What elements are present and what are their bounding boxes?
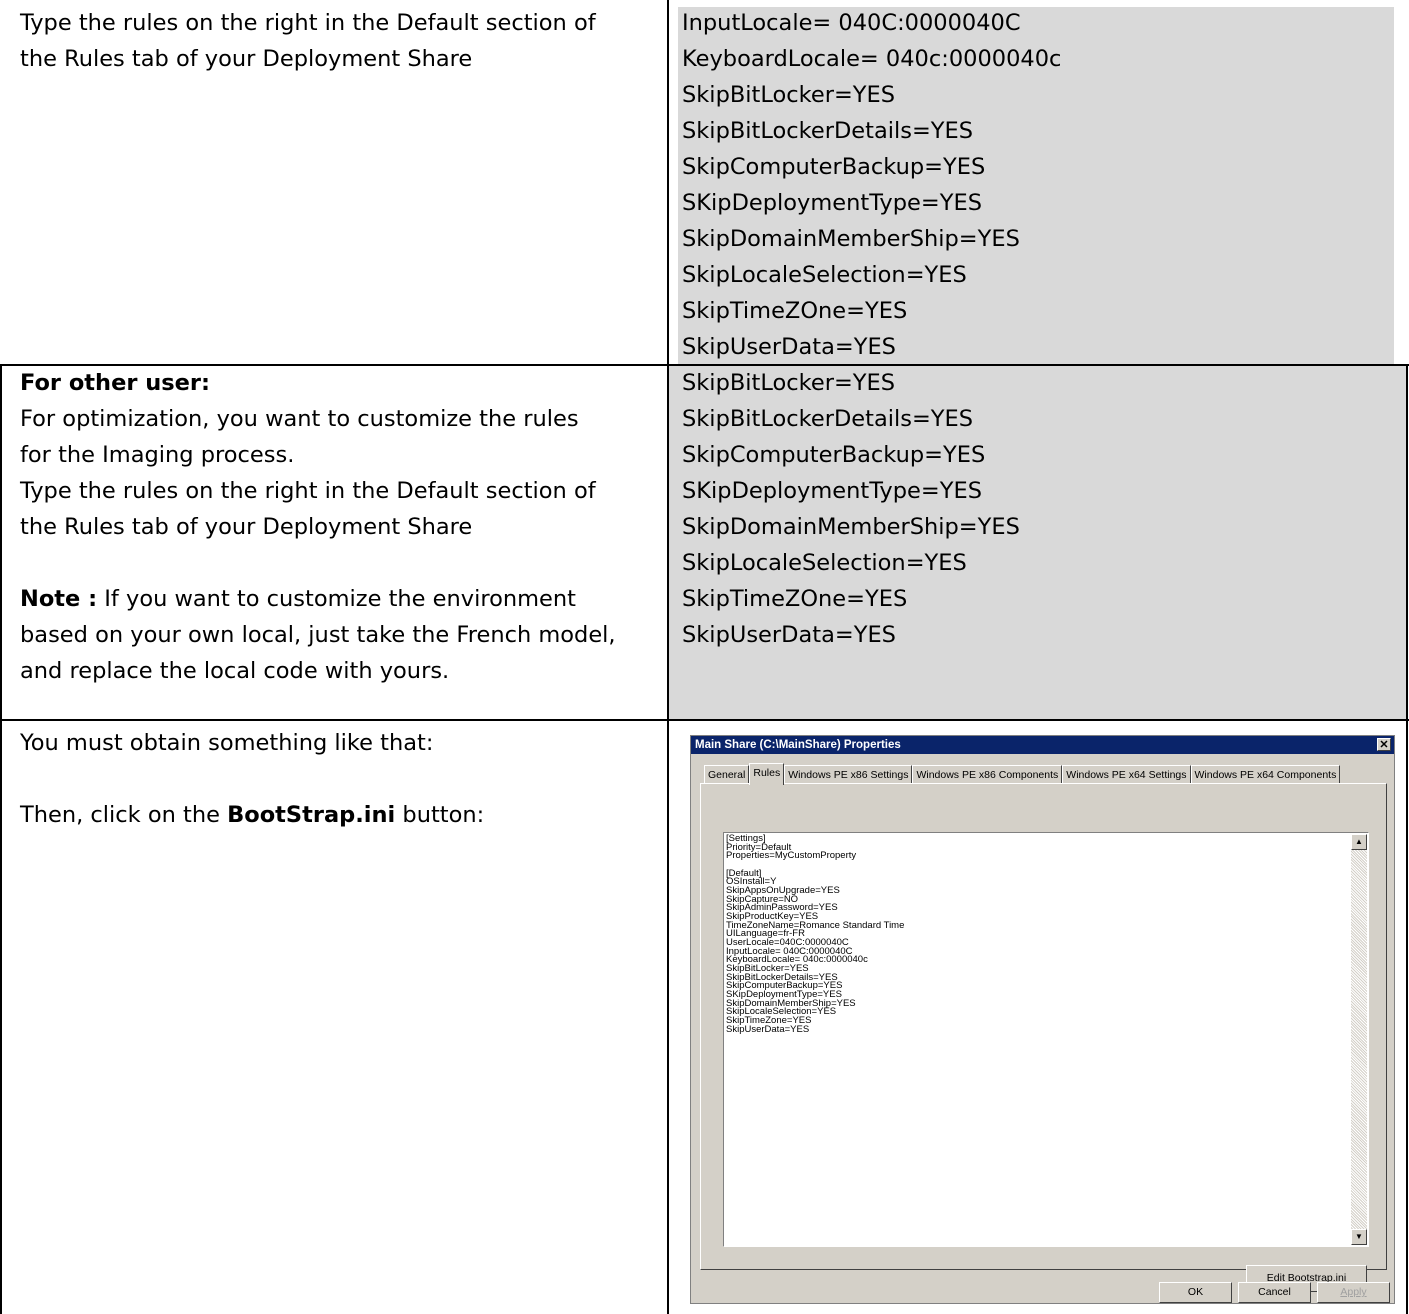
rule-line: SkipLocaleSelection=YES — [682, 550, 967, 576]
rule-line: SkipLocaleSelection=YES — [682, 262, 967, 288]
tab-winpe-x86-settings[interactable]: Windows PE x86 Settings — [784, 765, 913, 784]
note-line: based on your own local, just take the F… — [20, 622, 616, 648]
tab-winpe-x86-components[interactable]: Windows PE x86 Components — [912, 765, 1063, 784]
note-line: and replace the local code with yours. — [20, 658, 450, 684]
rule-line: SkipUserData=YES — [682, 622, 896, 648]
row3-left-text: You must obtain something like that: The… — [20, 725, 484, 833]
rules-scrollbar[interactable]: ▲ ▼ — [1351, 834, 1367, 1245]
rule-line: SkipComputerBackup=YES — [682, 442, 986, 468]
rule-line: SKipDeploymentType=YES — [682, 190, 982, 216]
rule-line: SkipTimeZOne=YES — [682, 298, 908, 324]
row2-left-line: the Rules tab of your Deployment Share — [20, 514, 473, 540]
rules-textarea[interactable]: [Settings] Priority=Default Properties=M… — [723, 832, 1369, 1247]
row1-left-text: Type the rules on the right in the Defau… — [20, 5, 596, 77]
tab-winpe-x64-components[interactable]: Windows PE x64 Components — [1190, 765, 1341, 784]
rules-tab-panel: [Settings] Priority=Default Properties=M… — [700, 783, 1387, 1292]
instruction-table: Type the rules on the right in the Defau… — [0, 0, 1409, 1314]
row2-left-text: For other user: For optimization, you wa… — [20, 365, 616, 689]
rule-line: SkipUserData=YES — [682, 334, 896, 360]
tab-rules[interactable]: Rules — [749, 763, 785, 785]
row1-left-line: Type the rules on the right in the Defau… — [20, 10, 596, 36]
rules-text: [Settings] Priority=Default Properties=M… — [726, 833, 905, 1035]
row2-heading: For other user: — [20, 370, 211, 396]
cancel-button[interactable]: Cancel — [1238, 1282, 1311, 1303]
close-icon[interactable]: ✕ — [1377, 738, 1391, 751]
dialog-tabs: General Rules Windows PE x86 Settings Wi… — [704, 763, 1341, 785]
rule-line: SkipBitLockerDetails=YES — [682, 406, 974, 432]
note-line: Note : If you want to customize the envi… — [20, 586, 576, 612]
rule-line: KeyboardLocale= 040c:0000040c — [682, 46, 1062, 72]
rule-line: SkipBitLockerDetails=YES — [682, 118, 974, 144]
row2-left-line: Type the rules on the right in the Defau… — [20, 478, 596, 504]
note-label: Note : — [20, 586, 98, 612]
table-column-divider — [667, 0, 669, 1314]
rule-line: SkipBitLocker=YES — [682, 370, 896, 396]
properties-dialog: Main Share (C:\MainShare) Properties ✕ G… — [690, 735, 1395, 1304]
row2-right-rules: SkipBitLocker=YES SkipBitLockerDetails=Y… — [682, 365, 1020, 653]
rule-line: SkipBitLocker=YES — [682, 82, 896, 108]
dialog-title: Main Share (C:\MainShare) Properties — [695, 739, 901, 751]
ok-button[interactable]: OK — [1159, 1282, 1232, 1303]
table-left-border — [0, 364, 2, 1314]
scroll-down-icon[interactable]: ▼ — [1351, 1229, 1367, 1245]
rule-line: SkipDomainMemberShip=YES — [682, 226, 1020, 252]
row3-line1: You must obtain something like that: — [20, 730, 434, 756]
apply-button[interactable]: Apply — [1317, 1282, 1390, 1303]
tab-winpe-x64-settings[interactable]: Windows PE x64 Settings — [1062, 765, 1191, 784]
table-divider-2 — [0, 719, 1409, 721]
dialog-title-bar: Main Share (C:\MainShare) Properties — [691, 736, 1394, 754]
rule-line: SkipDomainMemberShip=YES — [682, 514, 1020, 540]
rule-line: SkipComputerBackup=YES — [682, 154, 986, 180]
rule-line: InputLocale= 040C:0000040C — [682, 10, 1021, 36]
table-right-border — [1406, 364, 1408, 1314]
row1-left-line: the Rules tab of your Deployment Share — [20, 46, 473, 72]
row3-line2: Then, click on the BootStrap.ini button: — [20, 802, 485, 828]
tab-general[interactable]: General — [704, 765, 750, 784]
scroll-up-icon[interactable]: ▲ — [1351, 834, 1367, 850]
rule-line: SKipDeploymentType=YES — [682, 478, 982, 504]
bootstrap-ini-label: BootStrap.ini — [227, 802, 396, 828]
row2-left-line: For optimization, you want to customize … — [20, 406, 579, 432]
row2-left-line: for the Imaging process. — [20, 442, 295, 468]
rule-line: SkipTimeZOne=YES — [682, 586, 908, 612]
row1-right-rules: InputLocale= 040C:0000040C KeyboardLocal… — [682, 5, 1061, 365]
